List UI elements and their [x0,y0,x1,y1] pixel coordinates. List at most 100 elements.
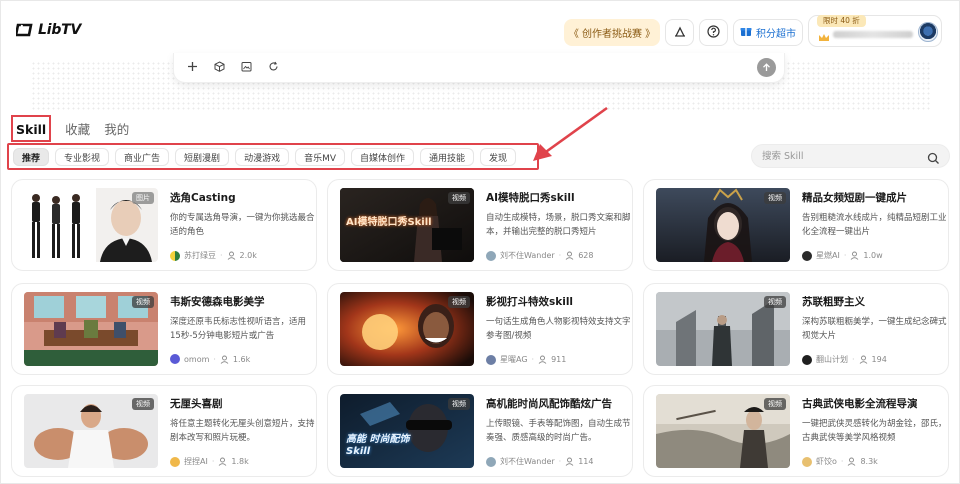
category-general-skills[interactable]: 通用技能 [420,148,475,166]
card-title: 影视打斗特效skill [486,296,574,308]
search-input[interactable] [762,149,922,164]
author-avatar [802,354,812,365]
card-meta: 虾饺o · 8.3k [802,456,878,467]
thumbnail-caption: AI模特脱口秀Skill [346,217,432,228]
language-button[interactable] [665,19,694,46]
author-name[interactable]: 刘不住Wander [500,250,555,261]
card-description: 深度还原韦氏标志性视听语言，适用15秒-5分钟电影短片或广告 [170,317,307,341]
author-name[interactable]: 星燃AI [816,250,840,261]
skill-card[interactable]: AI模特脱口秀Skill 视频 AI模特脱口秀skill 自动生成模特，场景，脱… [327,179,633,271]
category-discover[interactable]: 发现 [480,148,517,166]
card-meta: 捏捏AI · 1.8k [170,456,249,467]
author-name[interactable]: 星曜AG [500,354,528,365]
image-upload-icon[interactable] [240,60,252,72]
logo-text: LibTV [38,22,82,38]
category-self-media[interactable]: 自媒体创作 [351,148,415,166]
usage-count: 114 [578,457,594,466]
user-count-icon [859,355,867,364]
card-meta: 星曜AG · 911 [486,354,566,365]
meta-separator: · [558,457,562,466]
author-avatar [170,250,180,261]
user-count-icon [848,457,856,466]
meta-separator: · [843,251,847,260]
user-count-icon [565,457,574,466]
card-description: 深构苏联粗粝美学，一键生成纪念碑式视觉大片 [802,317,947,341]
card-description: 你的专属选角导演，一键为你挑选最合适的角色 [170,213,315,237]
card-thumbnail: 图片 [24,188,158,262]
usage-count: 911 [551,355,567,364]
category-commercial[interactable]: 商业广告 [115,148,170,166]
username-blurred [833,31,913,38]
add-icon[interactable] [186,60,198,72]
author-avatar [486,250,496,261]
skill-card[interactable]: 视频 韦斯安德森电影美学 深度还原韦氏标志性视听语言，适用15秒-5分钟电影短片… [11,283,317,375]
points-mall-button[interactable]: 积分超市 [733,19,803,46]
category-highlight-box: 推荐 专业影视 商业广告 短剧漫剧 动漫游戏 音乐MV 自媒体创作 通用技能 发… [7,143,539,170]
skill-card[interactable]: 视频 影视打斗特效skill 一句话生成角色人物影视特效支持文字参考图/视频 星… [327,283,633,375]
author-name[interactable]: 刘不住Wander [500,456,555,467]
card-description: 一键把武侠灵感转化为胡金铨，邵氏，古典武侠等美学风格视频 [802,419,947,443]
author-name[interactable]: 苏打绿豆 [184,250,216,261]
vip-crown-icon [818,28,830,41]
usage-count: 194 [871,355,887,364]
promo-badge: 限时 40 折 [817,15,866,27]
category-short-drama[interactable]: 短剧漫剧 [175,148,230,166]
author-name[interactable]: 虾饺o [816,456,837,467]
meta-separator: · [220,251,223,260]
card-title: 苏联粗野主义 [802,296,865,308]
libtv-logo-icon [16,23,33,37]
user-menu[interactable]: 限时 40 折 [808,15,942,47]
logo[interactable]: LibTV [16,22,81,38]
meta-separator: · [213,354,216,364]
card-description: 告别粗糙流水线成片，纯精品短剧工业化全流程一键出片 [802,213,947,237]
prompt-input-box[interactable] [173,53,785,83]
cube-icon[interactable] [213,60,225,72]
category-anime-games[interactable]: 动漫游戏 [235,148,290,166]
card-thumbnail: 视频 [656,188,790,262]
author-name[interactable]: 翻山计划 [816,354,848,365]
translate-icon [674,23,686,42]
card-thumbnail: AI模特脱口秀Skill 视频 [340,188,474,262]
category-film[interactable]: 专业影视 [55,148,110,166]
usage-count: 1.0w [863,251,883,260]
library-tabs: Skill 收藏 我的 [11,115,129,142]
author-name[interactable]: omom [184,355,209,364]
meta-separator: · [211,457,215,466]
author-avatar [486,354,496,365]
user-count-icon [227,251,235,260]
tab-favorites[interactable]: 收藏 [65,119,90,138]
skill-card[interactable]: 视频 无厘头喜剧 将任意主题转化无厘头创意短片，支持剧本改写和照片玩梗。 捏捏A… [11,385,317,477]
skill-search [751,144,950,168]
help-button[interactable] [699,19,728,46]
usage-count: 1.6k [232,354,251,364]
card-title: 古典武侠电影全流程导演 [802,398,918,410]
send-button[interactable] [757,58,776,77]
skill-card[interactable]: 视频 精品女频短剧一键成片 告别粗糙流水线成片，纯精品短剧工业化全流程一键出片 … [643,179,949,271]
category-music-mv[interactable]: 音乐MV [295,148,346,166]
creator-challenge-button[interactable]: 《 创作者挑战赛 》 [564,19,660,46]
card-description: 上传眼镜、手表等配饰图，自动生成节奏强、质感高级的时尚广告。 [486,419,631,443]
search-icon[interactable] [927,150,940,164]
author-avatar [170,354,180,364]
user-count-icon [220,355,229,364]
user-count-icon [538,355,547,364]
skill-card[interactable]: 视频 苏联粗野主义 深构苏联粗粝美学，一键生成纪念碑式视觉大片 翻山计划 · 1… [643,283,949,375]
tab-mine[interactable]: 我的 [104,119,129,138]
tab-skill[interactable]: Skill [16,122,46,137]
meta-separator: · [531,355,535,364]
usage-count: 1.8k [231,457,249,466]
author-avatar [486,456,496,467]
card-meta: 星燃AI · 1.0w [802,250,883,261]
skill-card[interactable]: 图片 选角Casting 你的专属选角导演，一键为你挑选最合适的角色 苏打绿豆 … [11,179,317,271]
top-header: LibTV 《 创作者挑战赛 》 积分超市 限时 40 折 [1,1,959,61]
media-type-badge: 视频 [764,398,786,410]
card-title: 无厘头喜剧 [170,398,223,410]
category-recommended[interactable]: 推荐 [13,148,50,166]
refresh-icon[interactable] [267,60,279,72]
skill-card[interactable]: 视频 古典武侠电影全流程导演 一键把武侠灵感转化为胡金铨，邵氏，古典武侠等美学风… [643,385,949,477]
skill-card[interactable]: 高能 时尚配饰Skill 视频 高机能时尚风配饰酷炫广告 上传眼镜、手表等配饰图… [327,385,633,477]
author-name[interactable]: 捏捏AI [184,456,208,467]
avatar[interactable] [918,22,938,42]
points-mall-label: 积分超市 [756,29,796,40]
meta-separator: · [852,355,855,364]
